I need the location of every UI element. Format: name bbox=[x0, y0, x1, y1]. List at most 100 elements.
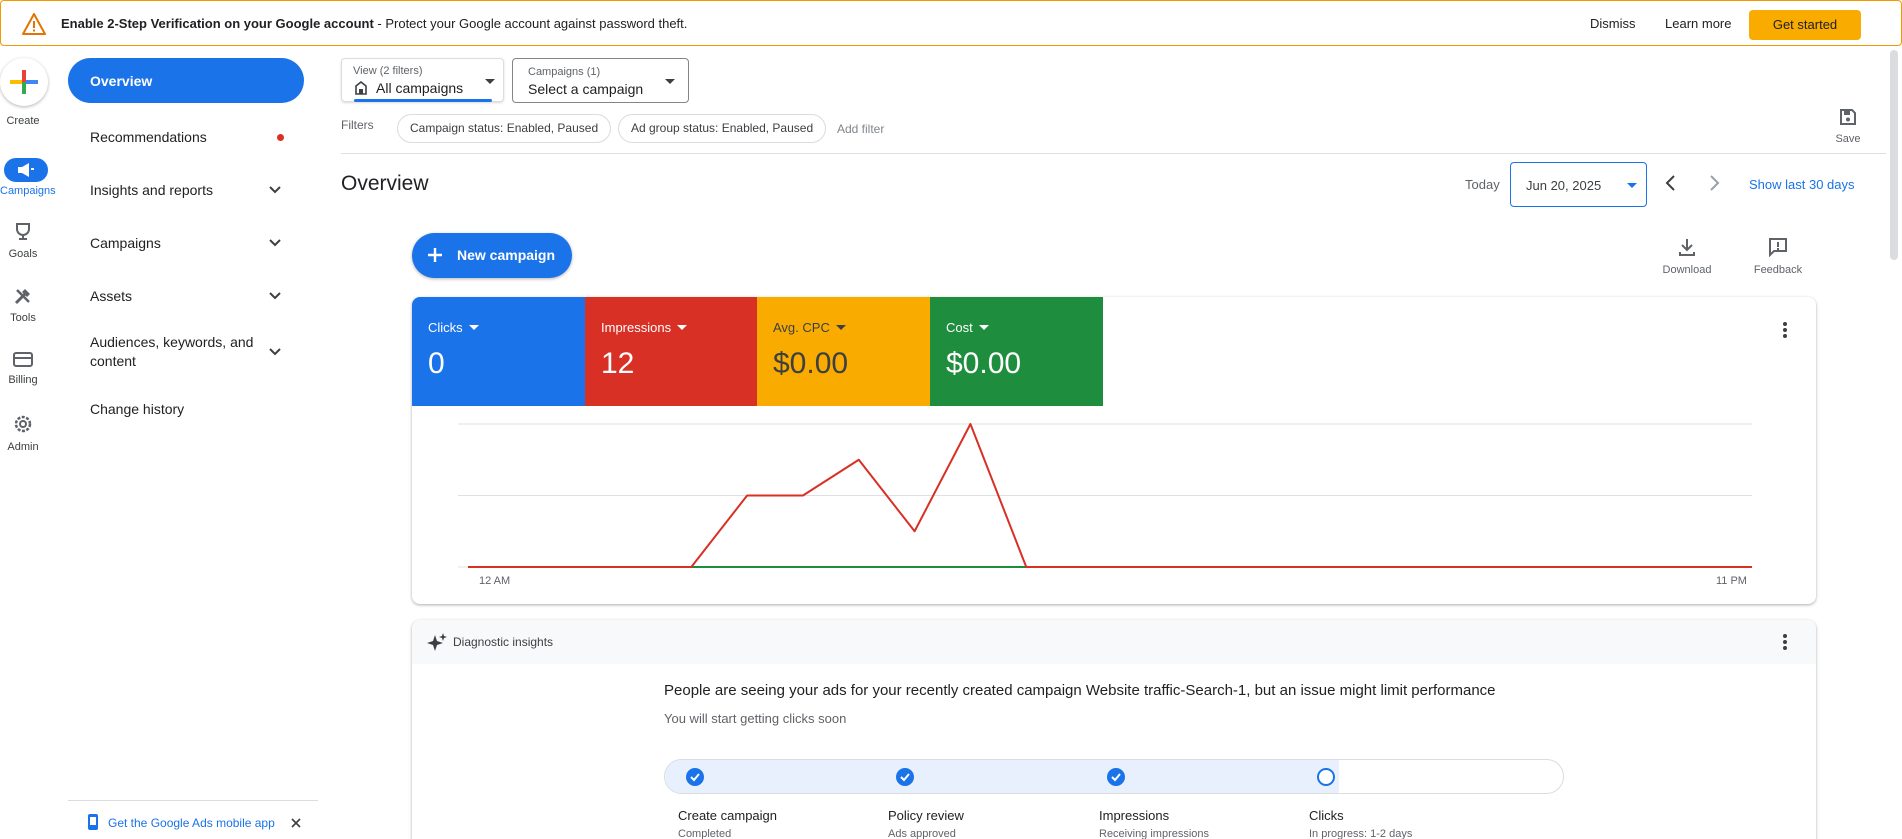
campaign-caption: Campaigns (1) bbox=[528, 66, 601, 78]
series-line-impressions bbox=[468, 423, 1752, 568]
save-button[interactable]: Save bbox=[1833, 108, 1863, 145]
building-icon bbox=[355, 81, 367, 95]
create-button[interactable] bbox=[0, 58, 48, 106]
metric-value-clicks: 0 bbox=[428, 347, 445, 380]
campaigns-pill bbox=[4, 158, 48, 182]
nav-campaigns[interactable]: Campaigns bbox=[68, 216, 304, 269]
notification-dot bbox=[277, 133, 284, 141]
nav-change-history[interactable]: Change history bbox=[68, 382, 304, 435]
metric-value-avg-cpc: $0.00 bbox=[773, 347, 849, 380]
metric-name: Avg. CPC bbox=[773, 320, 846, 335]
nav-recommendations-label: Recommendations bbox=[90, 128, 207, 145]
chevron-down-icon bbox=[269, 185, 281, 193]
metric-card-cost[interactable]: Cost $0.00 bbox=[930, 297, 1103, 406]
trophy-icon bbox=[16, 223, 30, 240]
new-campaign-label: New campaign bbox=[457, 247, 556, 263]
nav-overview[interactable]: Overview bbox=[68, 58, 304, 103]
chevron-down-icon bbox=[269, 238, 281, 246]
check-icon bbox=[690, 773, 700, 782]
get-started-button[interactable]: Get started bbox=[1749, 10, 1861, 40]
date-picker[interactable]: Jun 20, 2025 bbox=[1510, 162, 1647, 207]
filter-chip-campaign-status[interactable]: Campaign status: Enabled, Paused bbox=[397, 114, 612, 143]
download-button[interactable]: Download bbox=[1661, 237, 1713, 276]
nav-overview-label: Overview bbox=[90, 72, 153, 89]
nav-change-history-label: Change history bbox=[90, 400, 185, 417]
chart-more-icon[interactable] bbox=[1783, 322, 1787, 340]
chevron-down-icon bbox=[269, 348, 281, 356]
check-icon bbox=[900, 773, 910, 782]
dismiss-button[interactable]: Dismiss bbox=[1590, 16, 1636, 31]
metric-name-clicks: Clicks bbox=[428, 320, 463, 335]
metric-name: Impressions bbox=[601, 320, 688, 335]
nav-recommendations[interactable]: Recommendations bbox=[68, 110, 304, 163]
insights-title: People are seeing your ads for your rece… bbox=[664, 682, 1496, 699]
step-name: Clicks bbox=[1309, 808, 1344, 823]
view-underline bbox=[354, 99, 492, 102]
step-status: Ads approved bbox=[888, 828, 956, 839]
x-axis-end-label: 11 PM bbox=[1716, 575, 1747, 587]
filters-label: Filters bbox=[341, 118, 374, 132]
check-icon bbox=[1111, 773, 1121, 782]
save-icon bbox=[1840, 109, 1856, 125]
insights-more-icon[interactable] bbox=[1783, 634, 1787, 652]
nav-insights-label: Insights and reports bbox=[90, 181, 213, 198]
chevron-right-icon[interactable] bbox=[1706, 174, 1722, 192]
download-label: Download bbox=[1662, 264, 1712, 276]
campaign-selector[interactable]: Campaigns (1) Select a campaign bbox=[512, 58, 689, 103]
dropdown-caret-icon bbox=[677, 325, 688, 330]
nav-audiences-label: Audiences, keywords, and content bbox=[90, 334, 254, 369]
insights-header-title: Diagnostic insights bbox=[453, 635, 554, 649]
save-label: Save bbox=[1835, 133, 1861, 145]
rail-tools[interactable]: Tools bbox=[0, 286, 46, 324]
metric-name: Cost bbox=[946, 320, 989, 335]
campaign-value: Select a campaign bbox=[528, 81, 644, 97]
nav-assets[interactable]: Assets bbox=[68, 269, 304, 322]
filter-chip-ad-group-status[interactable]: Ad group status: Enabled, Paused bbox=[618, 114, 827, 143]
step-pending-icon bbox=[1317, 768, 1335, 786]
rail-admin-label: Admin bbox=[7, 441, 39, 453]
nav-insights-and-reports[interactable]: Insights and reports bbox=[68, 163, 304, 216]
banner-text: - Protect your Google account against pa… bbox=[373, 16, 688, 31]
phone-icon bbox=[88, 814, 98, 830]
rail-create[interactable]: Create bbox=[0, 112, 46, 127]
mobile-app-link[interactable]: Get the Google Ads mobile app bbox=[108, 816, 275, 830]
add-filter-button[interactable]: Add filter bbox=[837, 122, 884, 136]
rail-billing[interactable]: Billing bbox=[0, 350, 46, 386]
feedback-button[interactable]: Feedback bbox=[1750, 237, 1806, 276]
scrollbar-thumb[interactable] bbox=[1890, 50, 1898, 260]
metric-name-cost: Cost bbox=[946, 320, 973, 335]
metric-value-cost: $0.00 bbox=[946, 347, 1022, 380]
two-step-banner: Enable 2-Step Verification on your Googl… bbox=[0, 0, 1902, 46]
rail-admin[interactable]: Admin bbox=[0, 413, 46, 453]
rail-create-label: Create bbox=[6, 115, 40, 127]
new-campaign-button[interactable]: New campaign bbox=[412, 233, 572, 278]
dropdown-caret-icon bbox=[978, 325, 989, 330]
metric-card-avg-cpc[interactable]: Avg. CPC $0.00 bbox=[757, 297, 930, 406]
diagnostic-insights-card: Diagnostic insights People are seeing yo… bbox=[412, 620, 1816, 839]
step-status: Completed bbox=[678, 828, 732, 839]
rail-campaigns[interactable]: Campaigns bbox=[0, 158, 56, 197]
rail-tools-label: Tools bbox=[10, 312, 36, 324]
metric-card-clicks[interactable]: Clicks 0 bbox=[412, 297, 585, 406]
step-status: In progress: 1-2 days bbox=[1309, 828, 1413, 839]
close-icon[interactable] bbox=[291, 818, 301, 828]
step-name: Policy review bbox=[888, 808, 964, 823]
rail-goals[interactable]: Goals bbox=[0, 222, 46, 260]
nav-assets-label: Assets bbox=[90, 287, 133, 304]
view-caption: View (2 filters) bbox=[353, 65, 423, 77]
learn-more-button[interactable]: Learn more bbox=[1665, 16, 1731, 31]
banner-message: Enable 2-Step Verification on your Googl… bbox=[61, 16, 687, 31]
chevron-left-icon[interactable] bbox=[1663, 174, 1679, 192]
metric-card-impressions[interactable]: Impressions 12 bbox=[585, 297, 758, 406]
view-selector[interactable]: View (2 filters) All campaigns bbox=[341, 58, 504, 102]
step-check-icon bbox=[1107, 768, 1125, 786]
show-last-30-days-button[interactable]: Show last 30 days bbox=[1749, 177, 1855, 192]
date-value: Jun 20, 2025 bbox=[1526, 178, 1602, 193]
metric-name-impressions: Impressions bbox=[601, 320, 672, 335]
download-icon bbox=[1679, 239, 1695, 256]
page-title: Overview bbox=[341, 172, 429, 195]
nav-audiences[interactable]: Audiences, keywords, and content bbox=[68, 322, 304, 382]
rail-goals-label: Goals bbox=[8, 248, 38, 260]
view-value: All campaigns bbox=[376, 80, 464, 96]
progress-fill bbox=[665, 760, 1339, 793]
